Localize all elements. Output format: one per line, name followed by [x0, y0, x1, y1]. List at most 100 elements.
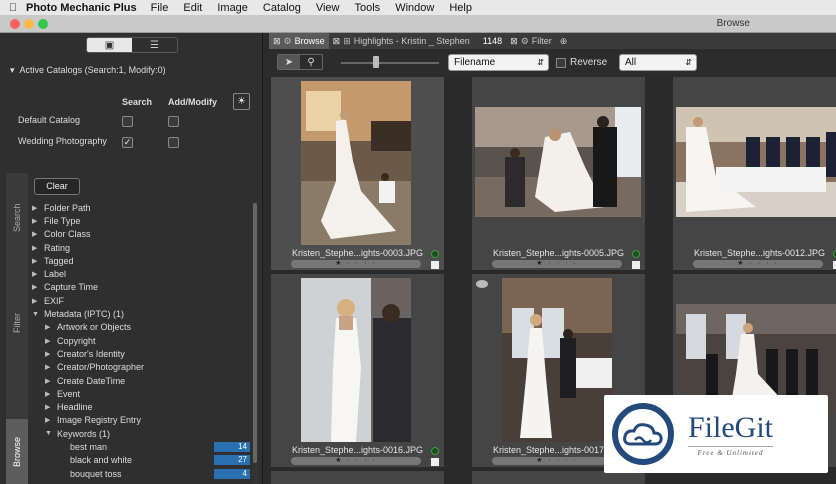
tab-highlights[interactable]: ⊠ ⊞ Highlights - Kristin _ Stephen 1148	[329, 33, 507, 49]
disclosure-closed-icon: ▶	[32, 217, 38, 225]
menu-tools[interactable]: Tools	[355, 2, 381, 14]
menu-view[interactable]: View	[316, 2, 340, 14]
sort-order-value: Filename	[454, 57, 496, 68]
thumbnail-cell[interactable]: Kristen_Stephe...ights-0005.JPG ★ · · · …	[472, 77, 645, 270]
catalog-view-button[interactable]: ▣	[87, 38, 132, 52]
thumbnail-cell[interactable]: Kristen_Stephe...ights-0003.JPG ★ · · · …	[271, 77, 444, 270]
star-rating[interactable]: ★ · · · ·	[492, 260, 622, 268]
thumbnail-size-slider-knob[interactable]	[373, 56, 379, 68]
filter-tree-item[interactable]: ▶ Create DateTime	[32, 374, 250, 387]
keyword-count-badge: 27	[214, 455, 250, 466]
filter-tree-item[interactable]: best man 14	[32, 440, 250, 453]
filter-tree: ▶ Folder Path ▶ File Type ▶ Color Class ▶ Ratin…	[32, 201, 250, 480]
filter-tree-item[interactable]: ▶ Copyright	[32, 334, 250, 347]
close-tab-icon[interactable]: ⊠	[510, 36, 518, 47]
filter-tree-item[interactable]: ▶ Image Registry Entry	[32, 414, 250, 427]
color-class-indicator[interactable]	[431, 447, 439, 455]
menu-help[interactable]: Help	[449, 2, 472, 14]
zoom-tool-button[interactable]: ⚲	[300, 55, 322, 69]
filter-tree-label: EXIF	[44, 295, 65, 306]
filter-tree-item[interactable]: ▶ Rating	[32, 241, 250, 254]
filter-tree-item[interactable]: ▼ Keywords (1)	[32, 427, 250, 440]
cursor-icon: ➤	[284, 56, 294, 68]
star-rating[interactable]: ★ · · · ·	[291, 457, 421, 465]
filter-tree-item[interactable]: ▶ EXIF	[32, 294, 250, 307]
tag-checkbox[interactable]	[632, 261, 640, 269]
filter-select[interactable]: All ⇵	[619, 54, 697, 71]
menu-image[interactable]: Image	[217, 2, 248, 14]
app-menu[interactable]: Photo Mechanic Plus	[26, 2, 137, 14]
reverse-checkbox-box[interactable]	[556, 57, 566, 68]
filter-tree-item[interactable]: ▶ Tagged	[32, 254, 250, 267]
gear-icon: ⚙	[520, 35, 529, 46]
thumbnail-size-slider[interactable]	[341, 62, 439, 64]
color-class-indicator[interactable]	[632, 250, 640, 258]
select-tool-button[interactable]: ➤	[278, 55, 300, 69]
tab-filter-document[interactable]: ⊠ ⚙ Filter	[506, 33, 556, 49]
catalog-settings-button[interactable]: ☀	[233, 93, 250, 110]
tab-search[interactable]: Search	[6, 173, 28, 263]
document-tabs: ⊠ ⚙ Browse ⊠ ⊞ Highlights - Kristin _ St…	[269, 33, 836, 49]
photo-thumbnail[interactable]	[475, 107, 641, 217]
tag-checkbox[interactable]	[431, 458, 439, 466]
clear-button[interactable]: Clear	[34, 178, 80, 195]
keyword-count-badge: 4	[214, 468, 250, 479]
rotation-icon[interactable]	[476, 280, 488, 288]
browse-toolbar: ➤ ⚲ Filename ⇵ Reverse All ⇵	[269, 49, 836, 77]
thumbnail-cell[interactable]: Kristen_Stephe...ights-0016.JPG ★ · · · …	[271, 274, 444, 467]
filter-tree-label: Capture Time	[44, 282, 99, 293]
thumbnail-cell[interactable]	[271, 471, 444, 484]
filter-tree-item[interactable]: ▶ Capture Time	[32, 281, 250, 294]
menu-file[interactable]: File	[151, 2, 169, 14]
filter-tree-scroll-thumb[interactable]	[253, 203, 257, 463]
star-rating[interactable]: ★ · · · ·	[291, 260, 421, 268]
plus-box-icon: ⊞	[343, 35, 351, 46]
disclosure-closed-icon: ▶	[45, 350, 51, 358]
filter-tree-label: Create DateTime	[57, 375, 126, 386]
star-rating[interactable]: ★ · · · ·	[492, 457, 622, 465]
filter-tree-item[interactable]: ▶ Label	[32, 267, 250, 280]
thumbnail-cell[interactable]: Kristen_Stephe...ights-0012.JPG ★ · · · …	[673, 77, 836, 270]
photo-thumbnail[interactable]	[502, 278, 612, 442]
filter-tree-label: best man	[70, 441, 108, 452]
catalog-wedding-search-checkbox[interactable]: ✓	[122, 137, 133, 148]
tag-checkbox[interactable]	[431, 261, 439, 269]
filter-tree-item[interactable]: black and white 27	[32, 454, 250, 467]
filter-tree-item[interactable]: bouquet toss 4	[32, 467, 250, 480]
catalog-wedding-modify-checkbox[interactable]	[168, 137, 179, 148]
menu-edit[interactable]: Edit	[183, 2, 202, 14]
filter-tree-item[interactable]: ▼ Metadata (IPTC) (1)	[32, 307, 250, 320]
catalog-default-search-checkbox[interactable]	[122, 116, 133, 127]
menu-catalog[interactable]: Catalog	[263, 2, 301, 14]
filter-tree-item[interactable]: ▶ Color Class	[32, 228, 250, 241]
active-catalogs-header[interactable]: ▾ Active Catalogs (Search:1, Modify:0)	[10, 65, 166, 76]
close-tab-icon[interactable]: ⊠	[273, 36, 281, 47]
photo-thumbnail[interactable]	[301, 81, 411, 245]
filter-tree-item[interactable]: ▶ Headline	[32, 400, 250, 413]
sort-order-select[interactable]: Filename ⇵	[448, 54, 549, 71]
tab-browse[interactable]: Browse	[6, 419, 28, 484]
apple-menu-icon[interactable]: 	[0, 2, 26, 14]
color-class-indicator[interactable]	[431, 250, 439, 258]
disclosure-closed-icon: ▶	[32, 257, 38, 265]
filter-tree-item[interactable]: ▶ Creator/Photographer	[32, 361, 250, 374]
filter-tree-item[interactable]: ▶ Creator's Identity	[32, 347, 250, 360]
tab-filter[interactable]: Filter	[6, 263, 28, 383]
filter-tree-label: Creator's Identity	[57, 348, 125, 359]
catalog-default-modify-checkbox[interactable]	[168, 116, 179, 127]
filter-tree-item[interactable]: ▶ Folder Path	[32, 201, 250, 214]
photo-thumbnail[interactable]	[301, 278, 411, 442]
list-view-button[interactable]: ☰	[132, 38, 177, 52]
disclosure-closed-icon: ▶	[45, 404, 51, 412]
photo-thumbnail[interactable]	[676, 107, 836, 217]
reverse-checkbox[interactable]: Reverse	[556, 57, 607, 68]
menu-window[interactable]: Window	[395, 2, 434, 14]
close-tab-icon[interactable]: ⊠	[333, 36, 341, 47]
filter-tree-item[interactable]: ▶ File Type	[32, 214, 250, 227]
tab-browse-document[interactable]: ⊠ ⚙ Browse	[269, 33, 329, 49]
new-tab-button[interactable]: ⊕	[556, 33, 572, 49]
filter-tree-item[interactable]: ▶ Event	[32, 387, 250, 400]
filter-tree-item[interactable]: ▶ Artwork or Objects	[32, 321, 250, 334]
magnifier-icon: ⚲	[307, 56, 315, 68]
star-rating[interactable]: ★ · · · ·	[693, 260, 823, 268]
